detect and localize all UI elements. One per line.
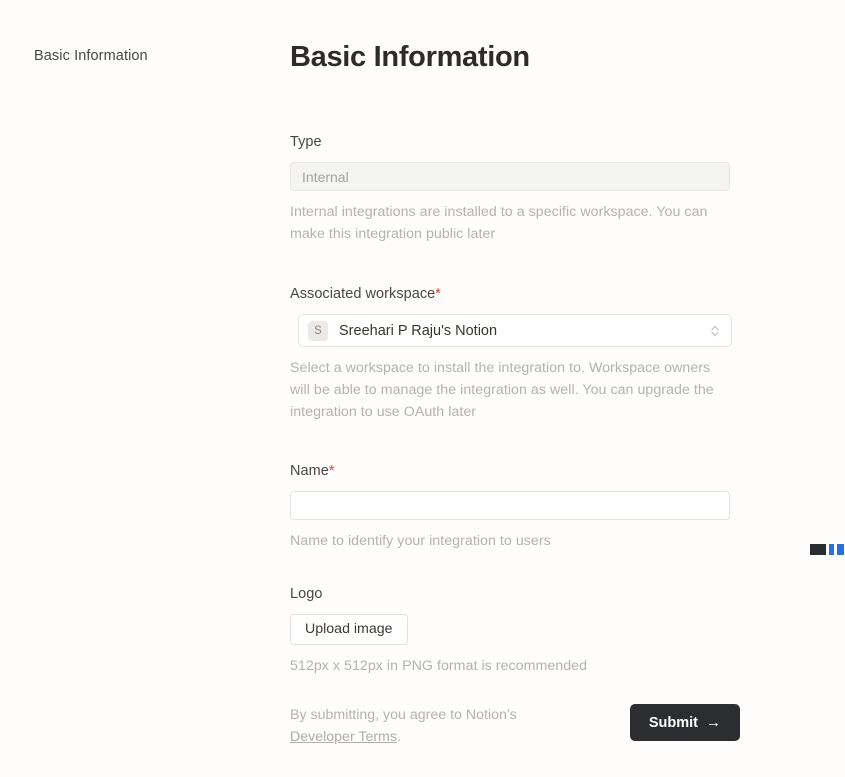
name-input[interactable] <box>290 491 730 520</box>
name-helper-text: Name to identify your integration to use… <box>290 533 551 549</box>
workspace-helper-text: Select a workspace to install the integr… <box>290 360 714 420</box>
terms-suffix: . <box>396 729 401 745</box>
logo-label-text: Logo <box>290 586 323 602</box>
field-name: Name* Name to identify your integration … <box>290 461 845 552</box>
name-label: Name* <box>290 461 845 481</box>
field-type: Type Internal Internal integrations are … <box>290 132 845 245</box>
main-content: Basic Information Type Internal Internal… <box>290 0 845 777</box>
submit-button-label: Submit <box>648 714 698 731</box>
developer-terms-link[interactable]: Developer Terms <box>290 729 397 745</box>
type-label: Type <box>290 132 845 152</box>
workspace-avatar: S <box>308 320 328 341</box>
chevron-up-down-icon <box>709 323 721 339</box>
name-label-text: Name <box>290 463 329 479</box>
form-footer: By submitting, you agree to Notion's Dev… <box>290 704 740 748</box>
upload-image-button[interactable]: Upload image <box>290 614 408 645</box>
workspace-label: Associated workspace* <box>290 284 845 304</box>
workspace-label-text: Associated workspace <box>290 286 436 302</box>
type-helper-text: Internal integrations are installed to a… <box>290 204 708 242</box>
page-title: Basic Information <box>290 41 530 73</box>
page-root: Basic Information Basic Information Type… <box>0 0 845 777</box>
type-label-text: Type <box>290 134 322 150</box>
workspace-select[interactable]: S Sreehari P Raju's Notion <box>298 314 732 347</box>
terms-text: By submitting, you agree to Notion's Dev… <box>290 704 550 748</box>
name-required-asterisk: * <box>328 463 335 479</box>
type-input-value: Internal <box>302 168 349 185</box>
type-input: Internal <box>290 162 730 191</box>
submit-button[interactable]: Submit → <box>629 704 740 741</box>
field-workspace: Associated workspace* S Sreehari P Raju'… <box>290 284 845 423</box>
arrow-right-icon: → <box>706 714 721 731</box>
field-logo: Logo Upload image 512px x 512px in PNG f… <box>290 584 845 677</box>
sidebar-item-label: Basic Information <box>34 48 148 64</box>
sidebar: Basic Information <box>0 0 280 777</box>
terms-prefix: By submitting, you agree to Notion's <box>290 707 517 723</box>
sidebar-item-basic-information[interactable]: Basic Information <box>34 44 148 68</box>
workspace-required-asterisk: * <box>435 286 441 302</box>
edge-bar-blue-1 <box>829 544 834 555</box>
workspace-selected-value: Sreehari P Raju's Notion <box>339 322 498 339</box>
edge-cutoff-widget[interactable] <box>810 544 845 555</box>
edge-bar-dark <box>810 544 826 555</box>
logo-label: Logo <box>290 584 845 604</box>
logo-helper-text: 512px x 512px in PNG format is recommend… <box>290 658 588 674</box>
edge-bar-blue-2 <box>837 544 844 555</box>
